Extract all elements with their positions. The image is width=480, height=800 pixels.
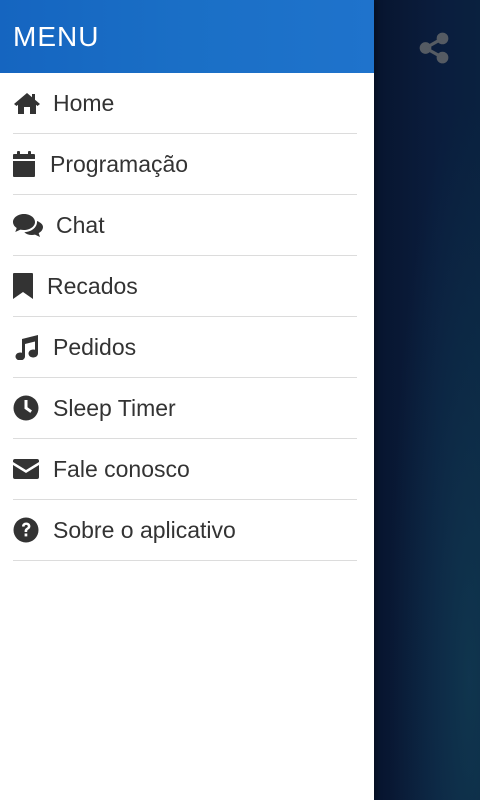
share-button[interactable] [416, 30, 452, 66]
menu-item-label: Recados [47, 272, 138, 299]
calendar-icon [13, 150, 37, 178]
menu-item-label: Sobre o aplicativo [53, 516, 236, 543]
menu-item-sleep-timer[interactable]: Sleep Timer [13, 378, 357, 439]
menu-item-programacao[interactable]: Programação [13, 134, 357, 195]
menu-item-pedidos[interactable]: Pedidos [13, 317, 357, 378]
menu-item-label: Sleep Timer [53, 394, 176, 421]
menu-item-home[interactable]: Home [13, 73, 357, 134]
menu-item-label: Chat [56, 211, 105, 238]
menu-item-label: Fale conosco [53, 455, 190, 482]
music-icon [13, 333, 41, 361]
navigation-drawer: MENU Home Programação Chat Recados Pedid… [0, 0, 374, 800]
menu-item-fale-conosco[interactable]: Fale conosco [13, 439, 357, 500]
menu-list: Home Programação Chat Recados Pedidos Sl… [0, 73, 374, 561]
question-circle-icon [13, 516, 41, 544]
background-app[interactable] [374, 0, 480, 800]
clock-icon [13, 394, 41, 422]
bookmark-icon [13, 272, 35, 300]
menu-item-chat[interactable]: Chat [13, 195, 357, 256]
envelope-icon [13, 455, 41, 483]
drawer-header: MENU [0, 0, 374, 73]
menu-item-label: Pedidos [53, 333, 137, 360]
chat-icon [13, 211, 43, 239]
menu-item-label: Programação [50, 150, 189, 177]
menu-item-sobre[interactable]: Sobre o aplicativo [13, 500, 357, 561]
drawer-title: MENU [13, 20, 100, 52]
screen: MENU Home Programação Chat Recados Pedid… [0, 0, 480, 800]
menu-item-recados[interactable]: Recados [13, 256, 357, 317]
menu-item-label: Home [53, 89, 115, 116]
home-icon [13, 89, 41, 117]
share-icon [419, 32, 449, 64]
